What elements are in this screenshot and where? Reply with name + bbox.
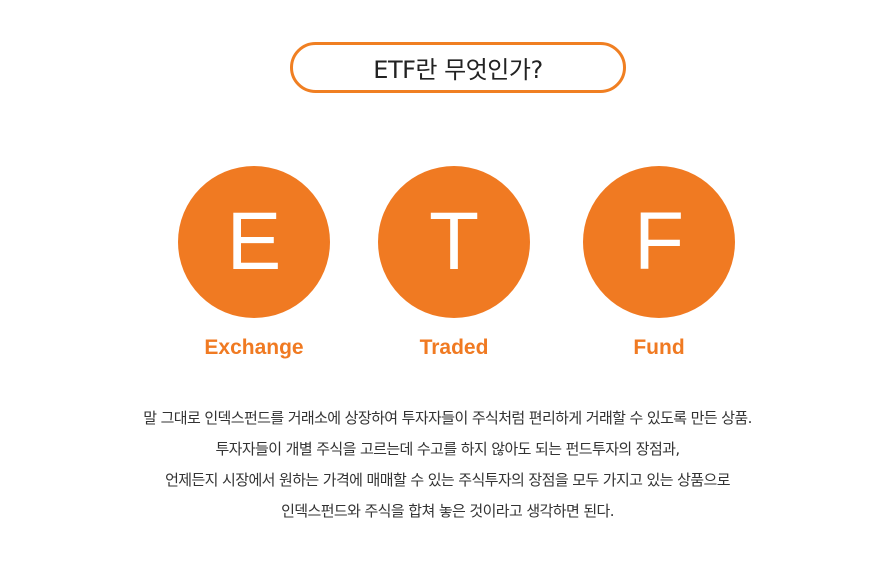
letter-f: F xyxy=(633,196,685,287)
description-line: 말 그대로 인덱스펀드를 거래소에 상장하여 투자자들이 주식처럼 편리하게 거… xyxy=(143,409,752,427)
word-exchange: Exchange xyxy=(204,336,304,359)
description: 말 그대로 인덱스펀드를 거래소에 상장하여 투자자들이 주식처럼 편리하게 거… xyxy=(0,403,895,527)
letter-t: T xyxy=(428,196,480,287)
word-fund: Fund xyxy=(633,336,685,359)
title-pill: ETF란 무엇인가? xyxy=(290,42,626,93)
letter-circle-t: T xyxy=(378,166,530,318)
letter-circle-f: F xyxy=(583,166,735,318)
description-line: 인덱스펀드와 주식을 합쳐 놓은 것이라고 생각하면 된다. xyxy=(281,502,614,520)
word-traded: Traded xyxy=(419,336,489,359)
page-title: ETF란 무엇인가? xyxy=(373,56,543,84)
description-line: 언제든지 시장에서 원하는 가격에 매매할 수 있는 주식투자의 장점을 모두 … xyxy=(165,471,730,489)
letter-e: E xyxy=(226,196,282,287)
letter-circle-e: E xyxy=(178,166,330,318)
description-line: 투자자들이 개별 주식을 고르는데 수고를 하지 않아도 되는 펀드투자의 장점… xyxy=(215,440,680,458)
